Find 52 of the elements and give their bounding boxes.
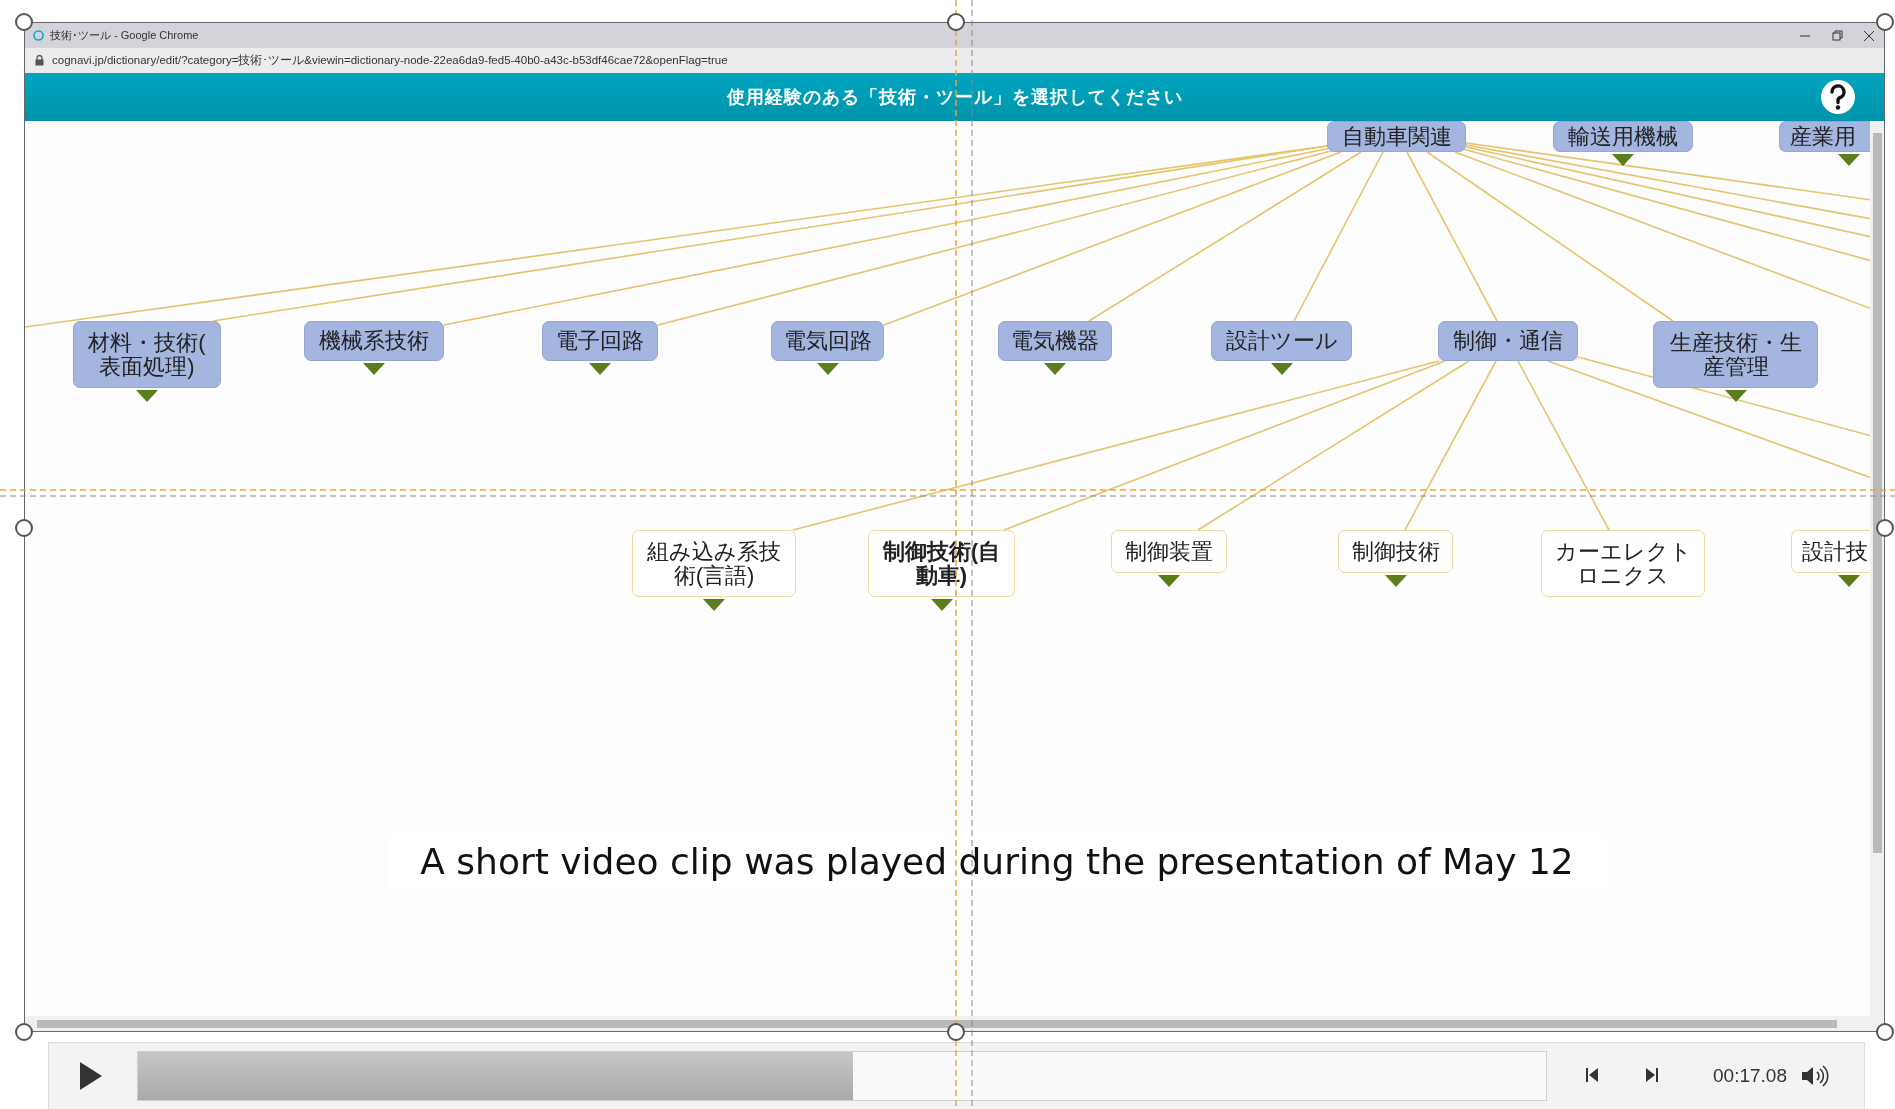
restore-icon[interactable] — [1830, 29, 1844, 42]
close-icon[interactable] — [1862, 29, 1876, 42]
resize-handle[interactable] — [15, 1023, 33, 1041]
expand-triangle-icon[interactable] — [1838, 154, 1860, 166]
resize-handle[interactable] — [1876, 13, 1894, 31]
resize-handle[interactable] — [947, 13, 965, 31]
item-node[interactable]: 制御技術 — [1338, 530, 1453, 573]
expand-triangle-icon[interactable] — [1384, 575, 1407, 587]
expand-triangle-icon[interactable] — [589, 363, 611, 375]
item-node[interactable]: 設計技 — [1791, 530, 1870, 573]
resize-handle[interactable] — [947, 1023, 965, 1041]
browser-logo-icon — [33, 30, 44, 41]
category-node[interactable]: 自動車関連 — [1327, 121, 1466, 152]
vertical-scrollbar[interactable] — [1870, 121, 1884, 1016]
playback-time: 00:17.08 — [1713, 1065, 1787, 1087]
horizontal-scrollbar[interactable] — [25, 1016, 1884, 1031]
expand-triangle-icon[interactable] — [1158, 575, 1180, 587]
expand-triangle-icon[interactable] — [1724, 390, 1747, 402]
expand-triangle-icon[interactable] — [1270, 363, 1293, 375]
expand-triangle-icon[interactable] — [816, 363, 839, 375]
item-node[interactable]: 制御技術(自動車) — [868, 530, 1015, 597]
item-node[interactable]: 組み込み系技術(言語) — [632, 530, 796, 597]
expand-triangle-icon[interactable] — [930, 599, 953, 611]
category-node[interactable]: 制御・通信 — [1438, 321, 1578, 361]
resize-handle[interactable] — [1876, 1023, 1894, 1041]
expand-triangle-icon[interactable] — [1612, 154, 1634, 166]
help-icon[interactable] — [1820, 79, 1856, 115]
volume-icon[interactable] — [1800, 1065, 1829, 1087]
category-node[interactable]: 電子回路 — [542, 321, 658, 361]
resize-handle[interactable] — [15, 13, 33, 31]
category-node[interactable]: 材料・技術(表面処理) — [73, 321, 221, 388]
category-node[interactable]: 産業用 — [1779, 121, 1870, 152]
resize-handle[interactable] — [15, 519, 33, 537]
item-node[interactable]: カーエレクトロニクス — [1541, 530, 1705, 597]
expand-triangle-icon[interactable] — [136, 390, 158, 402]
play-icon — [79, 1061, 103, 1091]
resize-handle[interactable] — [1876, 519, 1894, 537]
header-title: 使用経験のある「技術・ツール」を選択してください — [726, 86, 1183, 109]
window-title: 技術･ツール - Google Chrome — [50, 28, 199, 43]
category-node[interactable]: 設計ツール — [1211, 321, 1352, 361]
category-node[interactable]: 電気回路 — [771, 321, 884, 361]
expand-triangle-icon[interactable] — [363, 363, 385, 375]
expand-triangle-icon[interactable] — [1044, 363, 1066, 375]
progress-track[interactable] — [137, 1051, 1547, 1101]
category-node[interactable]: 輸送用機械 — [1553, 121, 1693, 152]
category-node[interactable]: 生産技術・生産管理 — [1653, 321, 1818, 388]
expand-triangle-icon[interactable] — [703, 599, 725, 611]
category-node[interactable]: 機械系技術 — [304, 321, 444, 361]
item-node[interactable]: 制御装置 — [1111, 530, 1227, 573]
lock-icon — [35, 55, 44, 66]
expand-triangle-icon[interactable] — [1838, 575, 1860, 587]
category-node[interactable]: 電気機器 — [998, 321, 1112, 361]
